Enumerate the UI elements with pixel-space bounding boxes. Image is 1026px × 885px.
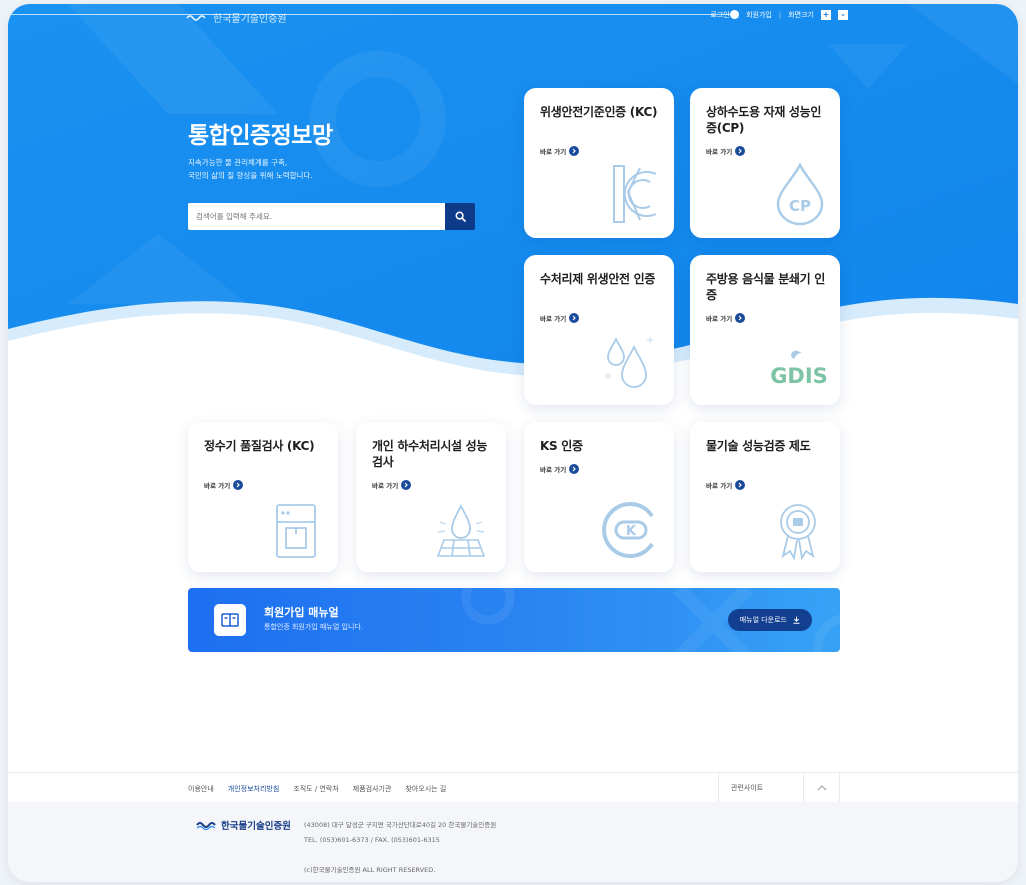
footer-link-directions[interactable]: 찾아오시는 길 xyxy=(405,784,446,794)
search-bar xyxy=(188,203,475,230)
card-title: 개인 하수처리시설 성능검사 xyxy=(372,439,488,469)
wave-logo-icon xyxy=(186,15,206,21)
chevron-up-icon xyxy=(817,785,826,791)
wave-logo-icon xyxy=(196,822,216,830)
card-title: 물기술 성능검증 제도 xyxy=(706,439,811,453)
gdis-logo-icon: GDIS xyxy=(770,350,828,387)
arrow-right-icon xyxy=(233,480,244,490)
zoom-label: 화면크기 xyxy=(788,11,814,19)
divider: | xyxy=(736,11,740,19)
shortcut-label: 바로 가기 xyxy=(204,482,231,490)
arrow-right-icon xyxy=(735,480,746,490)
footer-link-guide[interactable]: 이용안내 xyxy=(188,784,214,794)
banner-subtitle: 통합인증 회원가입 매뉴얼 입니다. xyxy=(264,623,364,631)
cp-mark-icon: CP xyxy=(776,162,824,226)
hero-desc-line: 지속가능한 물 관리체계를 구축, xyxy=(188,158,288,167)
shortcut-label: 바로 가기 xyxy=(540,148,567,156)
arrow-right-icon xyxy=(401,480,412,490)
shortcut-link[interactable]: 바로 가기 xyxy=(540,464,580,474)
shortcut-label: 바로 가기 xyxy=(540,315,567,323)
hero-desc-line: 국민의 삶의 질 향상을 위해 노력합니다. xyxy=(188,171,313,180)
shortcut-label: 바로 가기 xyxy=(706,148,733,156)
svg-text:CP: CP xyxy=(789,197,811,215)
water-drops-icon xyxy=(605,336,653,388)
card-private-sewage-inspection[interactable]: 개인 하수처리시설 성능검사 바로 가기 xyxy=(356,422,506,572)
scroll-top-button[interactable] xyxy=(803,773,840,803)
footer-contact: TEL. (053)601-6373 / FAX. (053)601-6315 xyxy=(304,836,440,844)
shortcut-link[interactable]: 바로 가기 xyxy=(372,480,412,490)
footer-link-inspection-agency[interactable]: 제품검사기관 xyxy=(353,784,392,794)
header-decorative-line xyxy=(8,14,738,15)
join-link[interactable]: 회원가입 xyxy=(746,10,772,20)
card-title: 상하수도용 자재 성능인증(CP) xyxy=(706,105,822,135)
login-link[interactable]: 로그인 xyxy=(710,10,729,20)
footer-address-block: (43008) 대구 달성군 구지면 국가산단대로40길 20 한국물기술인증원… xyxy=(304,818,496,848)
shortcut-link[interactable]: 바로 가기 xyxy=(706,313,746,323)
card-title: 주방용 음식물 분쇄기 인증 xyxy=(706,272,826,302)
shortcut-link[interactable]: 바로 가기 xyxy=(706,146,746,156)
search-button[interactable] xyxy=(445,203,475,230)
card-water-purifier-inspection[interactable]: 정수기 품질검사 (KC) 바로 가기 xyxy=(188,422,338,572)
shortcut-label: 바로 가기 xyxy=(540,466,567,474)
zoom-out-button[interactable]: - xyxy=(838,10,848,20)
shortcut-link[interactable]: 바로 가기 xyxy=(540,313,580,323)
arrow-right-icon xyxy=(735,146,746,156)
svg-text:K: K xyxy=(626,524,637,539)
card-water-treatment-agent[interactable]: 수처리제 위생안전 인증 바로 가기 xyxy=(524,255,674,405)
page-frame: 한국물기술인증원 로그인 | 회원가입 | 화면크기 + - 통합인증정보망 지… xyxy=(8,4,1018,882)
card-kc-certification[interactable]: 위생안전기준인증 (KC) 바로 가기 xyxy=(524,88,674,238)
footer-link-organization[interactable]: 조직도 / 연락처 xyxy=(293,784,338,794)
signup-manual-banner: 회원가입 매뉴얼 통합인증 회원가입 매뉴얼 입니다. 매뉴얼 다운로드 xyxy=(188,588,840,652)
card-food-waste-disposer[interactable]: 주방용 음식물 분쇄기 인증 바로 가기 GDIS xyxy=(690,255,840,405)
divider: | xyxy=(778,11,782,19)
footer-link-privacy[interactable]: 개인정보처리방침 xyxy=(228,784,280,794)
card-title: 위생안전기준인증 (KC) xyxy=(540,105,658,119)
shortcut-link[interactable]: 바로 가기 xyxy=(706,480,746,490)
svg-text:GDIS: GDIS xyxy=(770,364,828,387)
family-site-select[interactable]: 관련사이트 xyxy=(718,773,798,803)
download-button-label: 매뉴얼 다운로드 xyxy=(739,616,787,624)
manual-book-icon xyxy=(214,604,246,636)
manual-download-button[interactable]: 매뉴얼 다운로드 xyxy=(727,609,812,631)
hero-background xyxy=(8,4,1018,376)
utility-menu: 로그인 | 회원가입 | 화면크기 + - xyxy=(710,10,848,20)
card-title: KS 인증 xyxy=(540,439,583,453)
shortcut-label: 바로 가기 xyxy=(372,482,399,490)
zoom-in-button[interactable]: + xyxy=(821,10,831,20)
hero-description: 지속가능한 물 관리체계를 구축, 국민의 삶의 질 향상을 위해 노력합니다. xyxy=(188,156,388,182)
shortcut-link[interactable]: 바로 가기 xyxy=(204,480,244,490)
shortcut-label: 바로 가기 xyxy=(706,315,733,323)
card-title: 정수기 품질검사 (KC) xyxy=(204,439,315,453)
footer-links: 이용안내 개인정보처리방침 조직도 / 연락처 제품검사기관 찾아오시는 길 xyxy=(188,784,446,794)
footer-copyright: (c)한국물기술인증원 ALL RIGHT RESERVED. xyxy=(304,866,436,874)
footer-logo: 한국물기술인증원 xyxy=(196,818,291,832)
hero-title: 통합인증정보망 xyxy=(188,123,333,149)
arrow-right-icon xyxy=(569,146,580,156)
download-icon xyxy=(793,616,800,624)
footer-address: (43008) 대구 달성군 구지면 국가산단대로40길 20 한국물기술인증원 xyxy=(304,821,497,829)
footer-nav: 이용안내 개인정보처리방침 조직도 / 연락처 제품검사기관 찾아오시는 길 관… xyxy=(8,772,1018,803)
footer-info: 한국물기술인증원 (43008) 대구 달성군 구지면 국가산단대로40길 20… xyxy=(8,802,1018,882)
arrow-right-icon xyxy=(735,313,746,323)
card-title: 수처리제 위생안전 인증 xyxy=(540,272,656,286)
card-cp-certification[interactable]: 상하수도용 자재 성능인증(CP) 바로 가기 CP xyxy=(690,88,840,238)
award-badge-icon xyxy=(780,504,816,560)
search-icon xyxy=(454,211,466,222)
water-purifier-icon xyxy=(276,504,316,558)
card-ks-certification[interactable]: KS 인증 바로 가기 K xyxy=(524,422,674,572)
footer-org-name: 한국물기술인증원 xyxy=(221,821,291,832)
card-water-tech-verification[interactable]: 물기술 성능검증 제도 바로 가기 xyxy=(690,422,840,572)
header-org-name: 한국물기술인증원 xyxy=(213,14,287,25)
header-logo[interactable]: 한국물기술인증원 xyxy=(186,10,287,25)
shortcut-link[interactable]: 바로 가기 xyxy=(540,146,580,156)
search-input[interactable] xyxy=(188,203,445,230)
shortcut-label: 바로 가기 xyxy=(706,482,733,490)
kc-mark-icon xyxy=(613,165,657,223)
arrow-right-icon xyxy=(569,464,580,474)
arrow-right-icon xyxy=(569,313,580,323)
sewage-facility-icon xyxy=(436,503,486,557)
banner-title: 회원가입 매뉴얼 xyxy=(264,606,339,619)
ks-mark-icon: K xyxy=(602,502,654,558)
